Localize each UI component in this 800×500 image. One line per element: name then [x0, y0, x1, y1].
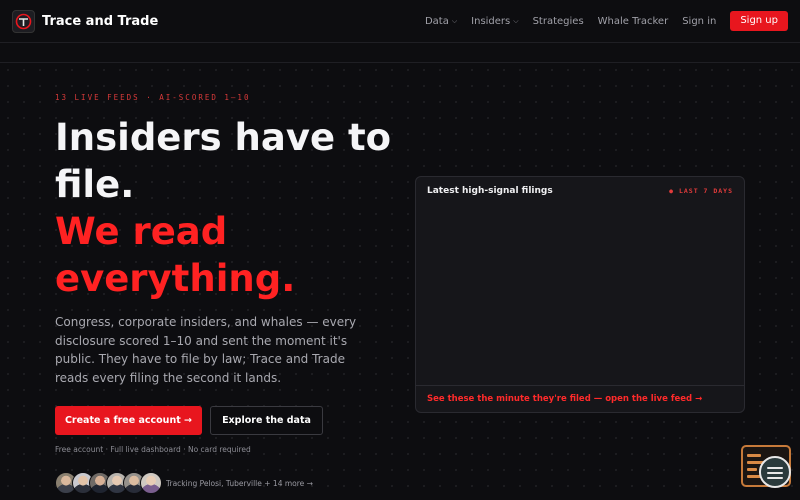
- panel-title: Latest high-signal filings: [427, 186, 553, 196]
- explore-data-button[interactable]: Explore the data: [210, 406, 323, 435]
- chat-icon[interactable]: [759, 456, 791, 488]
- logo-icon[interactable]: [12, 9, 35, 33]
- filings-panel: Latest high-signal filings ● LAST 7 DAYS…: [415, 176, 745, 413]
- nav-item-insiders[interactable]: Insiders ⌵: [471, 16, 518, 27]
- last-7-days-badge: ● LAST 7 DAYS: [669, 187, 733, 195]
- brand-name[interactable]: Trace and Trade: [42, 14, 158, 29]
- open-live-feed-link[interactable]: See these the minute they're filed — ope…: [427, 394, 702, 404]
- hero-description: Congress, corporate insiders, and whales…: [55, 315, 357, 385]
- headline-highlight: everything.: [55, 257, 296, 300]
- tracked-avatars: [55, 472, 162, 496]
- nav-item-label: Sign in: [682, 15, 717, 27]
- nav-item-label: Whale Tracker: [597, 15, 669, 27]
- nav-item-label: Data: [424, 15, 449, 27]
- top-nav: Trace and Trade Data ⌵ Insiders ⌵ Strate…: [0, 0, 800, 43]
- headline-highlight: We read: [55, 210, 228, 253]
- nav-menu: Data ⌵ Insiders ⌵ Strategies Whale Track…: [411, 11, 788, 31]
- create-account-button[interactable]: Create a free account →: [55, 406, 202, 435]
- sub-header-bar: [0, 43, 800, 63]
- tracking-link[interactable]: Tracking Pelosi, Tuberville + 14 more →: [166, 479, 313, 488]
- nav-item-whale-tracker[interactable]: Whale Tracker: [598, 16, 669, 27]
- nav-item-sign-in[interactable]: Sign in: [682, 16, 716, 27]
- divider: [416, 385, 744, 386]
- hero-eyebrow: 13 LIVE FEEDS · AI-SCORED 1–10: [55, 93, 251, 102]
- nav-item-label: Strategies: [532, 15, 584, 27]
- nav-item-strategies[interactable]: Strategies: [533, 16, 584, 27]
- chevron-down-icon: ⌵: [513, 16, 519, 25]
- chevron-down-icon: ⌵: [451, 16, 458, 25]
- signup-fineprint: Free account · Full live dashboard · No …: [55, 445, 251, 454]
- avatar: [140, 472, 162, 494]
- nav-item-label: Insiders: [471, 15, 511, 27]
- headline-line: Insiders have to: [55, 116, 392, 159]
- sign-up-button[interactable]: Sign up: [730, 11, 788, 31]
- nav-item-data[interactable]: Data ⌵: [425, 16, 457, 27]
- hero-headline: Insiders have to file. We read everythin…: [55, 114, 415, 302]
- headline-line: file.: [55, 163, 135, 206]
